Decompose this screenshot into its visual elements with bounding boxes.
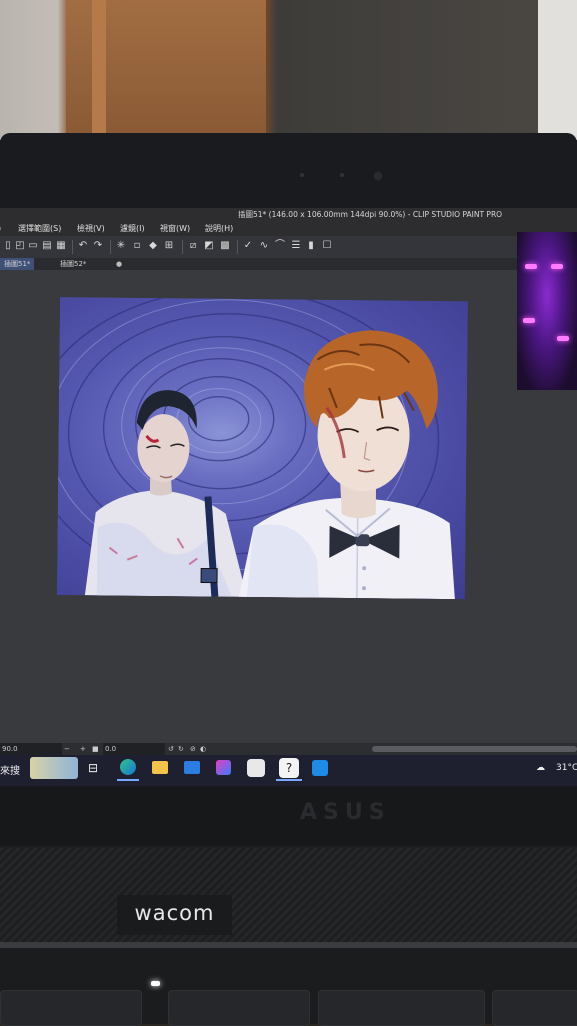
keyboard-key[interactable] [492, 990, 577, 1026]
zoom-out-icon[interactable]: − [64, 743, 70, 755]
app-icon[interactable] [247, 759, 265, 777]
menu-bar: ) 選擇範圍(S) 檢視(V) 濾鏡(I) 視窗(W) 說明(H) [0, 222, 577, 236]
laptop-hinge [0, 786, 577, 846]
menu-help[interactable]: 說明(H) [205, 222, 233, 236]
keyboard-key[interactable] [0, 990, 142, 1026]
menu-select[interactable]: 選擇範圍(S) [18, 222, 61, 236]
menu-filter[interactable]: 濾鏡(I) [120, 222, 145, 236]
clip-studio-icon[interactable]: ? [279, 758, 299, 778]
room-background [0, 0, 577, 140]
menu-edit-fragment[interactable]: ) [0, 222, 1, 236]
tab-illustration-52[interactable]: 插圖52* [56, 258, 90, 270]
companion-icon[interactable]: ☐ [321, 240, 333, 252]
tab-bar: 插圖51* 插圖52* ● [0, 258, 577, 270]
status-bar: 90.0 − + ■ 0.0 ↺ ↻ ⊘ ◐ [0, 743, 577, 755]
photos-icon[interactable] [312, 760, 328, 776]
ruler-icon[interactable]: ☰ [290, 240, 302, 252]
flip-icon[interactable]: ◐ [200, 743, 206, 755]
redo-icon[interactable]: ↷ [92, 240, 104, 252]
door-frame [92, 0, 106, 135]
drawing-tablet[interactable] [0, 848, 577, 944]
zoom-value[interactable]: 90.0 [0, 743, 62, 755]
rotation-value[interactable]: 0.0 [103, 743, 165, 755]
open-folder-icon[interactable]: ▭ [27, 240, 39, 252]
widgets-icon[interactable] [30, 757, 78, 779]
artwork-canvas[interactable] [56, 297, 468, 600]
title-bar: 插圖51* (146.00 x 106.00mm 144dpi 90.0%) -… [0, 208, 577, 222]
keyboard-key[interactable] [318, 990, 485, 1026]
file-icon[interactable]: ▯ [2, 240, 14, 252]
loading-icon[interactable]: ✳ [115, 240, 127, 252]
search-label[interactable]: 來搜 [0, 762, 20, 777]
invert-selection-icon[interactable]: ▩ [219, 240, 231, 252]
laptop-brand-logo: ASUS [300, 800, 391, 825]
webcam-icon [372, 170, 384, 182]
crop-icon[interactable]: ◩ [203, 240, 215, 252]
artwork-illustration [56, 297, 455, 600]
menu-window[interactable]: 視窗(W) [160, 222, 190, 236]
wacom-logo: wacom [117, 895, 232, 935]
separator: ■ [92, 745, 99, 753]
window-title: 插圖51* (146.00 x 106.00mm 144dpi 90.0%) -… [238, 210, 503, 219]
laptop-screen: 插圖51* (146.00 x 106.00mm 144dpi 90.0%) -… [0, 208, 577, 786]
mail-icon[interactable] [184, 761, 200, 774]
sensor-dot [300, 173, 304, 177]
file-explorer-icon[interactable] [152, 761, 168, 774]
rotate-right-icon[interactable]: ↻ [178, 743, 184, 755]
pen-icon[interactable]: ✓ [242, 240, 254, 252]
video-preview[interactable] [517, 232, 577, 390]
horizontal-scrollbar[interactable] [372, 746, 577, 752]
undo-icon[interactable]: ↶ [77, 240, 89, 252]
new-file-icon[interactable]: ◰ [14, 240, 26, 252]
reset-rotation-icon[interactable]: ⊘ [190, 743, 196, 755]
keyboard-key[interactable] [168, 990, 310, 1026]
zoom-in-icon[interactable]: + [80, 743, 86, 755]
task-view-icon[interactable]: ⊟ [88, 761, 98, 775]
save-icon[interactable]: ▤ [41, 240, 53, 252]
fill-icon[interactable]: ◆ [147, 240, 159, 252]
clear-icon[interactable]: ▫ [131, 240, 143, 252]
deselect-icon[interactable]: ⧄ [187, 240, 199, 252]
edge-icon[interactable] [120, 759, 136, 775]
wall [538, 0, 577, 140]
close-tab-icon[interactable]: ● [116, 258, 122, 270]
media-icon[interactable] [216, 760, 231, 775]
active-indicator [276, 779, 302, 781]
active-indicator [117, 779, 139, 781]
rotate-left-icon[interactable]: ↺ [168, 743, 174, 755]
brush-icon[interactable]: ∿ [258, 240, 270, 252]
weather-icon[interactable]: ☁ [536, 763, 545, 773]
export-icon[interactable]: ▦ [55, 240, 67, 252]
windows-taskbar: 來搜 ⊟ ? ☁ 31°C [0, 755, 577, 786]
indicator-led [151, 981, 160, 986]
menu-view[interactable]: 檢視(V) [77, 222, 105, 236]
sensor-dot [340, 173, 344, 177]
transform-icon[interactable]: ⊞ [163, 240, 175, 252]
eraser-icon[interactable]: ⌒ [274, 240, 286, 252]
device-icon[interactable]: ▮ [305, 240, 317, 252]
command-bar: ▯ ◰ ▭ ▤ ▦ ↶ ↷ ✳ ▫ ◆ ⊞ ⧄ ◩ ▩ ✓ ∿ ⌒ ☰ ▮ ☐ [0, 236, 520, 258]
tab-illustration-51[interactable]: 插圖51* [0, 258, 35, 270]
weather-temp[interactable]: 31°C [556, 763, 577, 773]
